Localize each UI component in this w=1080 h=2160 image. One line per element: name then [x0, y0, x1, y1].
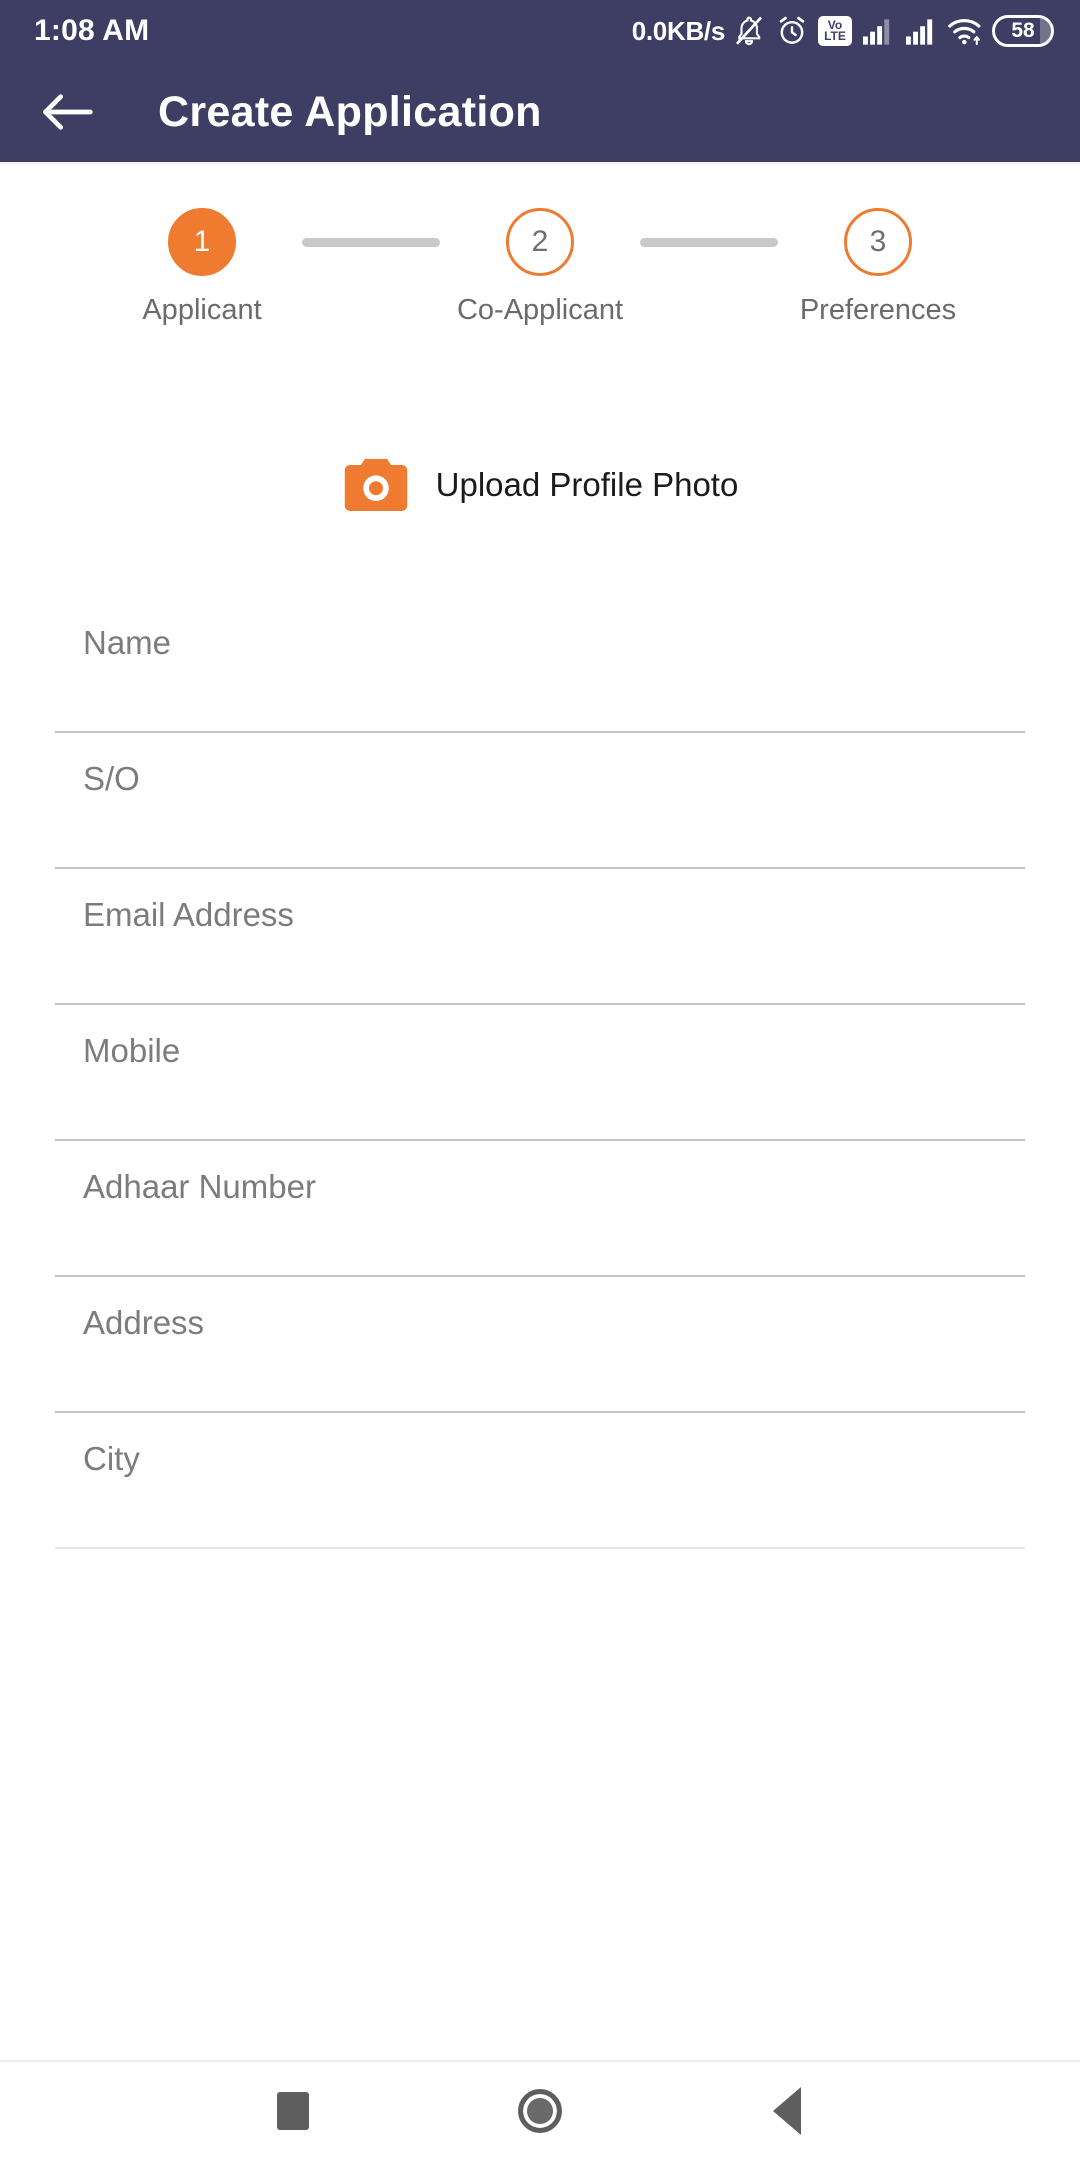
adhaar-field-placeholder: Adhaar Number [83, 1168, 316, 1205]
status-clock: 1:08 AM [34, 14, 150, 47]
adhaar-field[interactable]: Adhaar Number [55, 1141, 1025, 1277]
form-scroll-area[interactable]: 1 Applicant 2 Co-Applicant 3 Preferences… [0, 162, 1080, 2060]
so-field[interactable]: S/O [55, 733, 1025, 869]
home-circle-icon[interactable] [492, 2063, 588, 2159]
step-label: Co-Applicant [456, 294, 624, 326]
wifi-icon [947, 15, 983, 47]
city-field-underline [55, 1547, 1025, 1549]
stepper-step-preferences[interactable]: 3 Preferences [778, 208, 978, 327]
battery-fill [1039, 18, 1051, 44]
applicant-form: Name S/O Email Address Mobile Adhaar Num… [0, 597, 1080, 1549]
stepper-step-applicant[interactable]: 1 Applicant [102, 208, 302, 327]
step-label: Preferences [799, 294, 957, 326]
silent-bell-icon [732, 14, 766, 48]
back-arrow-icon[interactable] [30, 75, 104, 149]
email-field-placeholder: Email Address [83, 896, 294, 933]
address-field[interactable]: Address [55, 1277, 1025, 1413]
back-triangle-icon[interactable] [739, 2063, 835, 2159]
upload-profile-photo-label: Upload Profile Photo [435, 466, 739, 503]
android-nav-bar [0, 2060, 1080, 2160]
recents-square-icon[interactable] [245, 2063, 341, 2159]
upload-profile-photo-button[interactable]: Upload Profile Photo [0, 455, 1080, 515]
back-triangle-glyph [772, 2087, 801, 2135]
email-field[interactable]: Email Address [55, 869, 1025, 1005]
address-field-placeholder: Address [83, 1304, 205, 1341]
signal-1-icon [861, 16, 895, 46]
app-bar: Create Application [0, 62, 1080, 162]
battery-percent-text: 58 [1011, 19, 1035, 42]
name-field[interactable]: Name [55, 597, 1025, 733]
network-speed-text: 0.0KB/s [631, 15, 726, 46]
mobile-field-placeholder: Mobile [83, 1032, 181, 1069]
mobile-field[interactable]: Mobile [55, 1005, 1025, 1141]
battery-icon: 58 [992, 15, 1054, 47]
stepper: 1 Applicant 2 Co-Applicant 3 Preferences [0, 168, 1080, 327]
status-bar: 1:08 AM 0.0KB/s Vo LTE 58 [0, 0, 1080, 62]
stepper-step-co-applicant[interactable]: 2 Co-Applicant [440, 208, 640, 327]
signal-2-icon [904, 16, 938, 46]
home-circle-glyph [517, 2089, 562, 2133]
camera-icon [342, 455, 410, 515]
city-field-placeholder: City [83, 1440, 140, 1477]
stepper-connector-2 [640, 238, 778, 247]
step-number-badge: 2 [506, 208, 574, 276]
city-field[interactable]: City [55, 1413, 1025, 1549]
recents-square-glyph [277, 2092, 310, 2130]
so-field-placeholder: S/O [83, 760, 140, 797]
volte-bottom-text: LTE [824, 29, 846, 43]
step-number-badge: 3 [844, 208, 912, 276]
step-label: Applicant [142, 294, 262, 326]
status-icons: 0.0KB/s Vo LTE 58 [632, 14, 1054, 48]
step-number-badge: 1 [168, 208, 236, 276]
page-title: Create Application [158, 87, 542, 136]
name-field-placeholder: Name [83, 624, 172, 661]
stepper-connector-1 [302, 238, 440, 247]
volte-icon: Vo LTE [818, 16, 852, 46]
alarm-clock-icon [775, 14, 809, 48]
